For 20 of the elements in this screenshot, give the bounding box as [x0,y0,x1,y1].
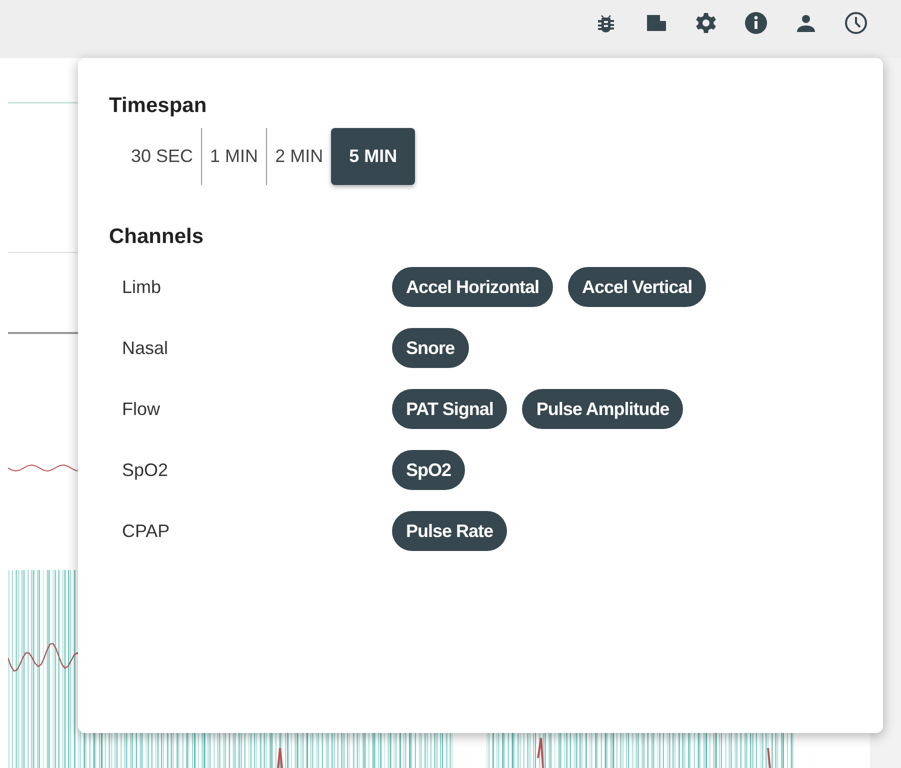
channel-label: Flow [121,398,162,420]
channel-chip[interactable]: PAT Signal [392,389,508,429]
channel-label: Limb [121,276,162,298]
timespan-option[interactable]: 1 MIN [201,128,266,185]
settings-icon[interactable] [694,11,718,35]
channel-chip[interactable]: Accel Vertical [568,267,706,307]
timespan-option[interactable]: 30 SEC [123,128,202,185]
channel-label: Nasal [121,338,170,358]
clock-icon[interactable] [844,11,868,35]
channel-chip[interactable]: Pulse Rate [392,511,508,551]
channel-chip[interactable]: Pulse Amplitude [522,389,684,429]
channel-chip[interactable]: SpO2 [392,450,466,490]
section-title: Channels [109,225,205,249]
info-icon[interactable] [744,11,768,35]
timespan-option[interactable]: 5 MIN [331,128,416,185]
channel-chip[interactable]: Accel Horizontal [392,267,554,307]
channel-label: CPAP [121,520,171,542]
channel-label: SpO2 [121,460,170,480]
channel-chip[interactable]: Snore [392,328,469,368]
section-title: Timespan [109,94,208,118]
